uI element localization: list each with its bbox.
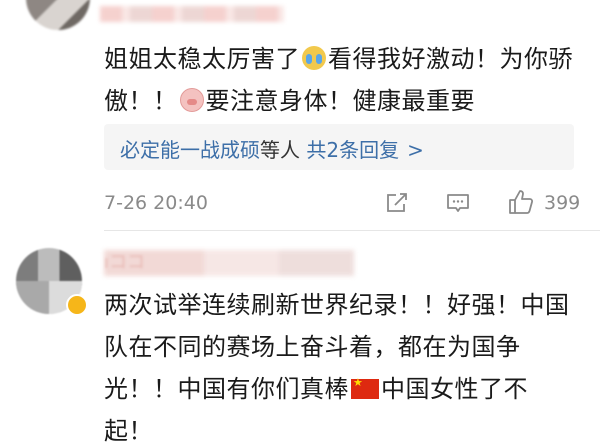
replies-summary[interactable]: 必定能一战成硕等人 共2条回复 > (104, 124, 574, 170)
comment-text: 两次试举连续刷新世界纪录！！好强！中国队在不同的赛场上奋斗着，都在为国争光！！中… (104, 284, 574, 444)
reply-author-name[interactable]: 必定能一战成硕 (120, 138, 260, 162)
crying-face-emoji-icon (302, 46, 326, 70)
like-count: 399 (544, 192, 581, 214)
comment-text: 姐姐太稳太厉害了 看得我好激动！为你骄傲！！ 要注意身体！健康最重要 (104, 38, 578, 122)
share-icon[interactable] (386, 193, 408, 213)
thumbs-up-icon[interactable] (508, 189, 534, 215)
comment-text-part: 要注意身体！健康最重要 (205, 87, 475, 115)
china-flag-icon (351, 376, 379, 399)
replies-link[interactable]: 必定能一战成硕等人 共2条回复 > (120, 134, 424, 163)
comment-feed: 姐姐太稳太厉害了 看得我好激动！为你骄傲！！ 要注意身体！健康最重要 必定能一战成硕… (0, 0, 600, 444)
timestamp: 7-26 20:40 (104, 192, 208, 214)
chevron-right-icon: > (407, 138, 424, 162)
reply-count[interactable]: 共2条回复 (306, 138, 399, 162)
reply-middle-text: 等人 (260, 138, 300, 162)
username-blurred[interactable] (100, 6, 284, 22)
verified-badge-icon (66, 294, 88, 316)
divider (104, 230, 600, 231)
username[interactable]: ıココ (104, 248, 145, 274)
comment-icon[interactable] (446, 193, 470, 213)
comment-text-part: 姐姐太稳太厉害了 (104, 45, 300, 73)
avatar[interactable] (26, 0, 90, 30)
pig-face-emoji-icon (179, 88, 204, 112)
